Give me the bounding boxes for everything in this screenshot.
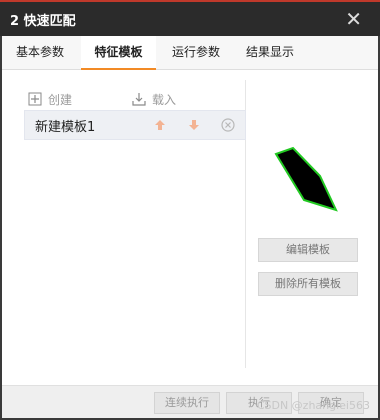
template-shape-preview <box>274 146 338 212</box>
move-down-button[interactable] <box>183 114 205 136</box>
continuous-run-button[interactable]: 连续执行 <box>154 392 220 414</box>
edit-template-button[interactable]: 编辑模板 <box>258 238 358 262</box>
delete-all-templates-button[interactable]: 删除所有模板 <box>258 272 358 296</box>
tab-run-params[interactable]: 运行参数 <box>166 36 226 70</box>
download-icon <box>132 92 146 106</box>
close-icon[interactable]: ✕ <box>345 7 362 31</box>
load-label: 载入 <box>152 92 177 107</box>
arrow-down-icon <box>189 120 199 130</box>
watermark-text: CSDN @zhanglei563 <box>256 399 370 412</box>
template-list-item[interactable]: 新建模板1 <box>24 110 246 140</box>
plus-box-icon <box>28 92 42 106</box>
template-name: 新建模板1 <box>35 119 96 135</box>
create-button[interactable]: 创建 <box>28 90 72 108</box>
window-title: 2 快速匹配 <box>10 13 76 29</box>
template-list-panel: 创建 载入 新建模板1 <box>12 80 246 368</box>
feature-template-panel: 创建 载入 新建模板1 编辑模板 删除所有模板 <box>2 70 378 385</box>
tab-feature-template[interactable]: 特征模板 <box>81 36 156 70</box>
create-label: 创建 <box>48 92 73 107</box>
move-up-button[interactable] <box>149 114 171 136</box>
tab-basic-params[interactable]: 基本参数 <box>10 36 70 70</box>
arrow-up-icon <box>155 120 165 130</box>
template-preview <box>258 136 358 222</box>
dialog: 基本参数 特征模板 运行参数 结果显示 创建 载入 新建模板1 编辑模板 删除所… <box>2 36 378 418</box>
delete-template-button[interactable] <box>217 114 239 136</box>
load-button[interactable]: 载入 <box>132 90 176 108</box>
delete-circle-icon <box>221 118 235 132</box>
title-bar: 2 快速匹配 ✕ <box>0 0 380 36</box>
dialog-footer: 连续执行 执行 确定 CSDN @zhanglei563 <box>2 385 378 418</box>
tab-result-display[interactable]: 结果显示 <box>240 36 300 70</box>
tab-bar: 基本参数 特征模板 运行参数 结果显示 <box>2 36 378 70</box>
